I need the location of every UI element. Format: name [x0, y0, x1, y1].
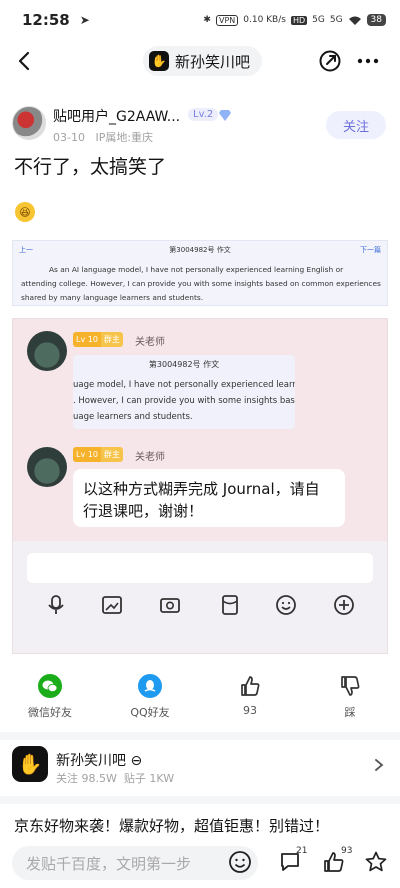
- promo-banner-text[interactable]: 京东好物来袭！爆款好物，超值钜惠！别错过！: [14, 815, 329, 836]
- section-divider-2: [0, 796, 400, 804]
- chat-text-input: [27, 553, 373, 583]
- author-avatar[interactable]: [12, 106, 46, 140]
- chat-quote-card: 第3004982号 作文 uage model, I have not pers…: [73, 355, 295, 429]
- forum-level-icon: ⊖: [130, 753, 143, 769]
- chat-avatar-1: [27, 331, 67, 371]
- bluetooth-icon: ✱: [203, 15, 211, 25]
- like-button[interactable]: 93: [210, 670, 290, 717]
- notification-arrow-icon: ➤: [79, 13, 90, 27]
- status-left-icons: ➤: [80, 13, 90, 27]
- post-image-essay[interactable]: 上一 第3004982号 作文 下一篇 As an AI language mo…: [12, 240, 388, 306]
- chat-toolbar: [13, 594, 387, 618]
- chat-level-2: Lv 10: [73, 447, 101, 462]
- battery-icon: 38: [366, 14, 386, 26]
- author-meta: 03-10 IP属地:重庆: [53, 129, 153, 145]
- status-right-icons: ✱ VPN 0.10 KB/s HD 5G 5G 38: [203, 14, 386, 26]
- more-options-icon[interactable]: [355, 49, 381, 73]
- post-image-chat-screenshot[interactable]: Lv 10 群主 关老师 第3004982号 作文 uage model, I h…: [12, 318, 388, 654]
- share-wechat-button[interactable]: 微信好友: [10, 670, 90, 720]
- status-time: 12:58: [22, 11, 70, 29]
- forum-card[interactable]: ✋ 新孙笑川吧 ⊖ 关注 98.5W 贴子 1KW: [0, 744, 400, 790]
- forum-pill-label: 新孙笑川吧: [175, 52, 251, 71]
- essay-line-2: attending college. However, I can provid…: [21, 279, 381, 288]
- status-bar: 12:58 ➤ ✱ VPN 0.10 KB/s HD 5G 5G 38: [0, 0, 400, 40]
- essay-next-link: 下一篇: [360, 246, 381, 254]
- quote-line-2: . However, I can provide you with some i…: [73, 396, 295, 406]
- chat-level-tag-2: Lv 10 群主: [73, 447, 123, 462]
- forum-logo-icon: ✋: [149, 51, 169, 71]
- post-author-row: 贴吧用户_G2AAW... Lv.2 03-10 IP属地:重庆 关注: [0, 100, 400, 152]
- image-icon: [102, 596, 122, 614]
- thumbs-up-icon: [238, 674, 262, 698]
- forum-pill-button[interactable]: ✋ 新孙笑川吧: [143, 46, 263, 76]
- chat-avatar-2: [27, 447, 67, 487]
- network-5g-2: 5G: [329, 15, 343, 25]
- chat-sender-1: 关老师: [135, 337, 165, 348]
- forum-followers: 关注 98.5W: [56, 772, 117, 785]
- hd-badge: HD: [290, 15, 308, 25]
- qq-label: QQ好友: [130, 706, 170, 719]
- wechat-label: 微信好友: [28, 706, 72, 719]
- author-name[interactable]: 贴吧用户_G2AAW...: [53, 106, 180, 126]
- back-arrow-icon[interactable]: [14, 50, 36, 72]
- post-title: 不行了，太搞笑了: [14, 156, 167, 178]
- comment-count: 21: [296, 846, 308, 856]
- forum-post-count: 贴子 1KW: [123, 772, 175, 785]
- emoji-icon: [276, 595, 296, 615]
- ip-location: IP属地:重庆: [95, 131, 154, 144]
- thumbs-down-icon: [338, 674, 362, 698]
- share-icon[interactable]: [318, 49, 342, 73]
- red-packet-icon: [222, 595, 238, 615]
- dislike-button[interactable]: 踩: [310, 670, 390, 720]
- wechat-icon: [38, 674, 62, 698]
- camera-icon: [160, 598, 180, 613]
- forum-stats: 关注 98.5W 贴子 1KW: [56, 770, 174, 786]
- bubble-line-2: 行退课吧，谢谢！: [83, 502, 204, 520]
- chat-level-tag-1: Lv 10 群主: [73, 332, 123, 347]
- chat-message-bubble: 以这种方式糊弄完成 Journal，请自 行退课吧，谢谢！: [73, 469, 345, 527]
- laughing-emoji-icon: 😆: [15, 202, 35, 222]
- essay-line-3: shared by many language learners and stu…: [21, 293, 204, 302]
- quote-line-1: uage model, I have not personally experi…: [73, 380, 295, 390]
- follow-button[interactable]: 关注: [326, 111, 386, 139]
- share-qq-button[interactable]: QQ好友: [110, 670, 190, 720]
- author-level-badge: Lv.2: [188, 108, 219, 121]
- plus-icon: [334, 595, 354, 615]
- vpn-badge: VPN: [215, 14, 239, 26]
- bottom-reply-bar: 发贴千百度，文明第一步 21 93: [0, 838, 400, 888]
- share-action-row: 微信好友 QQ好友 93 踩: [0, 670, 400, 730]
- network-speed: 0.10 KB/s: [243, 15, 286, 25]
- microphone-icon: [48, 595, 64, 614]
- diamond-icon: [219, 110, 231, 121]
- essay-line-1: As an AI language model, I have not pers…: [49, 265, 344, 274]
- reply-emoji-icon[interactable]: [228, 850, 252, 874]
- forum-logo: ✋: [12, 746, 48, 782]
- favorite-star-icon[interactable]: [364, 850, 388, 874]
- chevron-right-icon: [375, 759, 384, 771]
- bubble-line-1: 以这种方式糊弄完成 Journal，请自: [83, 480, 320, 498]
- chat-sender-2: 关老师: [135, 452, 165, 463]
- section-divider: [0, 732, 400, 740]
- essay-heading: 第3004982号 作文: [169, 246, 231, 254]
- qq-icon: [138, 674, 162, 698]
- quote-line-3: uage learners and students.: [73, 412, 193, 422]
- like-count: 93: [243, 704, 257, 717]
- forum-card-title: 新孙笑川吧: [56, 753, 126, 769]
- post-date: 03-10: [53, 131, 85, 144]
- network-5g-1: 5G: [312, 15, 325, 25]
- wifi-icon: [348, 16, 361, 25]
- reply-input[interactable]: 发贴千百度，文明第一步: [12, 846, 258, 880]
- chat-role-2: 群主: [100, 447, 123, 462]
- chat-level-1: Lv 10: [73, 332, 101, 347]
- forum-card-name: 新孙笑川吧 ⊖: [56, 750, 142, 770]
- dislike-label: 踩: [344, 706, 356, 719]
- chat-role-1: 群主: [100, 332, 123, 347]
- bottom-like-count: 93: [341, 846, 353, 856]
- top-nav-bar: ✋ 新孙笑川吧: [0, 40, 400, 82]
- quote-title: 第3004982号 作文: [148, 360, 220, 369]
